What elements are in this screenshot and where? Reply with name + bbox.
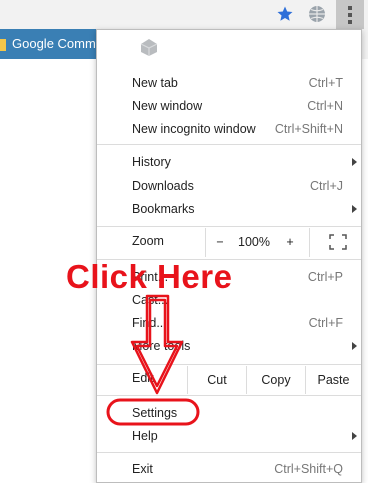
zoom-label: Zoom [132, 234, 164, 248]
shortcut-label: Ctrl+Shift+Q [274, 462, 343, 476]
submenu-arrow-icon [352, 432, 357, 440]
paste-button[interactable]: Paste [306, 366, 361, 394]
menu-divider [97, 364, 361, 365]
shortcut-label: Ctrl+F [308, 316, 343, 330]
bookmark-star-icon[interactable] [276, 5, 294, 23]
fullscreen-icon[interactable] [329, 234, 347, 250]
menu-item-new-window[interactable]: New window Ctrl+N [97, 95, 361, 117]
bookmark-folder-icon [0, 38, 6, 51]
menu-item-more-tools[interactable]: More tools [97, 335, 361, 357]
menu-item-label: History [132, 155, 171, 169]
annotation-label: Click Here [66, 258, 233, 295]
menu-item-label: New incognito window [132, 122, 256, 136]
menu-item-label: Settings [132, 406, 178, 420]
submenu-arrow-icon [352, 342, 357, 350]
globe-extension-icon[interactable] [307, 4, 327, 24]
menu-item-label: Exit [132, 462, 153, 476]
menu-item-label: Downloads [132, 179, 194, 193]
menu-item-label: Help [132, 429, 158, 443]
edit-row: Edit Cut Copy Paste [97, 366, 361, 394]
menu-item-help[interactable]: Help [97, 425, 361, 447]
shortcut-label: Ctrl+J [310, 179, 343, 193]
menu-item-downloads[interactable]: Downloads Ctrl+J [97, 175, 361, 197]
chrome-menu-button[interactable] [336, 0, 364, 29]
shortcut-label: Ctrl+Shift+N [274, 122, 343, 136]
submenu-arrow-icon [352, 158, 357, 166]
shortcut-label: Ctrl+T [308, 76, 343, 90]
menu-item-settings[interactable]: Settings [97, 402, 361, 424]
bookmark-item[interactable]: Google Commu [0, 29, 98, 59]
edit-label: Edit [132, 371, 154, 385]
submenu-arrow-icon [352, 205, 357, 213]
menu-item-new-tab[interactable]: New tab Ctrl+T [97, 72, 361, 94]
menu-divider [97, 144, 361, 145]
extension-puzzle-icon [140, 39, 158, 56]
copy-button[interactable]: Copy [247, 366, 305, 394]
menu-divider [97, 226, 361, 227]
browser-toolbar [0, 0, 368, 30]
bookmark-item-label: Google Commu [12, 36, 98, 51]
shortcut-label: Ctrl+P [307, 270, 343, 284]
menu-divider [97, 452, 361, 453]
shortcut-label: Ctrl+N [307, 99, 343, 113]
zoom-row: Zoom − 100% + [97, 228, 361, 257]
menu-item-label: More tools [132, 339, 191, 353]
menu-item-history[interactable]: History [97, 151, 361, 173]
zoom-divider [309, 228, 310, 257]
zoom-level: 100% [238, 235, 270, 249]
menu-divider [97, 395, 361, 396]
zoom-out-button[interactable]: − [205, 228, 235, 257]
menu-item-label: Bookmarks [132, 202, 195, 216]
menu-item-find[interactable]: Find... Ctrl+F [97, 312, 361, 334]
menu-item-new-incognito[interactable]: New incognito window Ctrl+Shift+N [97, 118, 361, 140]
chrome-main-menu: New tab Ctrl+T New window Ctrl+N New inc… [96, 29, 362, 483]
menu-item-label: New tab [132, 76, 178, 90]
zoom-in-button[interactable]: + [275, 228, 305, 257]
menu-item-label: Find... [132, 316, 167, 330]
menu-item-bookmarks[interactable]: Bookmarks [97, 198, 361, 220]
menu-item-exit[interactable]: Exit Ctrl+Shift+Q [97, 458, 361, 480]
menu-item-label: New window [132, 99, 203, 113]
three-dots-icon [348, 5, 352, 24]
cut-button[interactable]: Cut [188, 366, 246, 394]
